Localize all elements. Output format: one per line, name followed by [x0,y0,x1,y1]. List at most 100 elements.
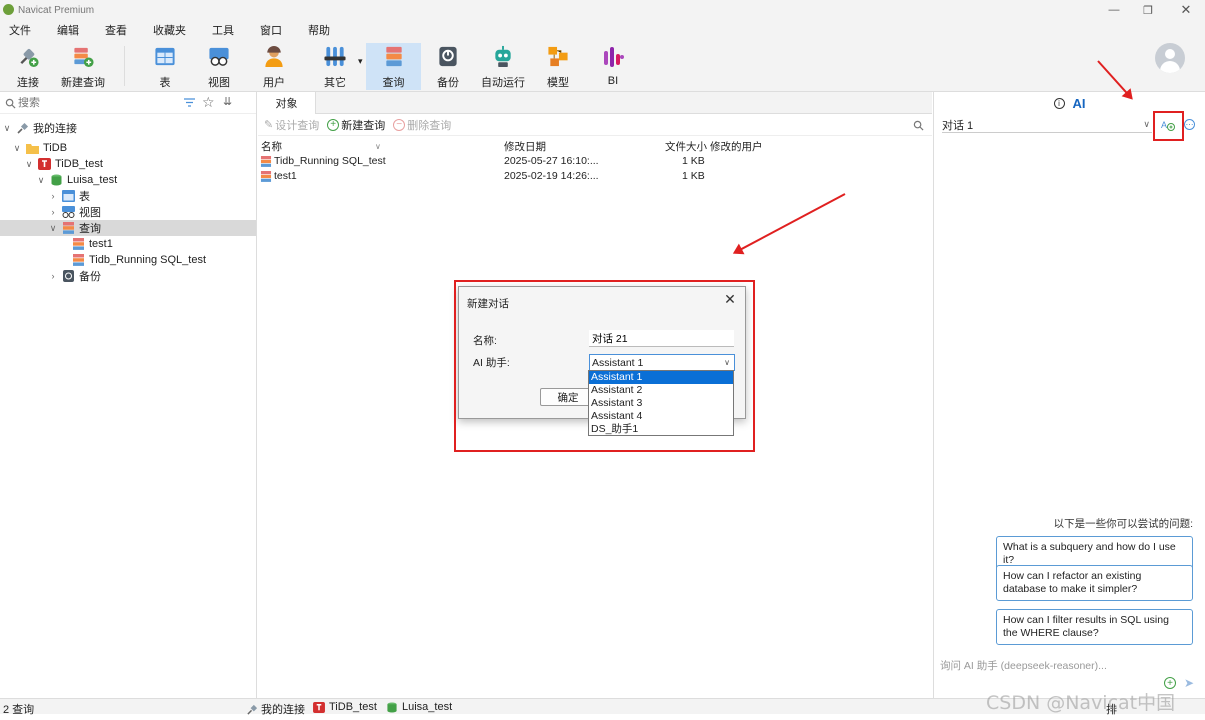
bi-icon [604,47,624,67]
user-icon [265,45,283,68]
maximize-button[interactable]: ❐ [1130,0,1166,20]
tree-label: 备份 [79,271,101,283]
tool-table[interactable]: 表 [147,43,183,90]
chevron-down-icon[interactable]: ▾ [358,56,363,67]
tool-connection[interactable]: 连接 [10,43,46,90]
tree-queries-node[interactable]: ∨ 查询 [0,220,256,236]
query-icon [260,171,272,182]
tool-user[interactable]: 用户 [256,43,292,90]
tool-view[interactable]: 视图 [201,43,237,90]
tool-backup[interactable]: 备份 [430,43,466,90]
navicat-window: Navicat Premium — ❐ ✕ 文件 编辑 查看 收藏夹 工具 窗口… [0,0,1205,720]
tool-model[interactable]: 模型 [540,43,576,90]
menu-window[interactable]: 窗口 [251,22,291,38]
more-icon[interactable]: ⋯ [1184,119,1195,130]
tree-backups-node[interactable]: › 备份 [48,268,101,284]
chevron-right-icon[interactable]: › [48,271,58,281]
status-count: 2 查询 [3,704,35,716]
ai-question-input[interactable]: 询问 AI 助手 (deepseek-reasoner)... [940,658,1107,673]
info-icon[interactable]: i [1053,97,1065,109]
objects-table-header: 名称 ∨ 修改日期 文件大小 修改的用户 [258,138,932,153]
table-row[interactable]: Tidb_Running SQL_test 2025-05-27 16:10:.… [258,154,932,169]
connection-icon [20,48,39,68]
design-query-button[interactable]: ✎ 设计查询 [264,117,319,133]
new-query-button[interactable]: + 新建查询 [327,117,385,133]
tool-query[interactable]: 查询 [366,43,421,90]
chevron-right-icon[interactable]: › [48,207,58,217]
plus-icon: + [327,118,340,131]
tree-label: 我的连接 [33,123,77,135]
tree-query-item[interactable]: test1 [68,236,113,252]
tree-label: TiDB [43,142,68,154]
column-header-modified[interactable]: 修改日期 [504,139,546,154]
column-header-name[interactable]: 名称 [261,139,282,154]
menu-tools[interactable]: 工具 [203,22,243,38]
conversation-select[interactable]: 对话 1 ∨ [942,117,1152,133]
tool-bi-label: BI [607,75,619,87]
menu-file[interactable]: 文件 [0,22,40,38]
tree-query-item[interactable]: Tidb_Running SQL_test [68,252,206,268]
menu-help[interactable]: 帮助 [299,22,339,38]
title-bar: Navicat Premium — ❐ ✕ [0,0,1205,20]
tree-my-connections[interactable]: ∨ 我的连接 [2,120,77,136]
chevron-down-icon[interactable]: ∨ [48,223,58,234]
star-icon[interactable]: ☆ [202,94,215,111]
tool-other[interactable]: 其它 [315,43,355,90]
chevron-right-icon[interactable]: › [48,191,58,201]
tree-tables-node[interactable]: › 表 [48,188,90,204]
tool-automation[interactable]: 自动运行 [480,43,526,90]
minimize-button[interactable]: — [1096,0,1132,20]
filter-icon[interactable] [183,97,196,108]
automation-icon [495,45,511,68]
chevron-down-icon[interactable]: ∨ [12,143,22,154]
connection-icon [17,122,29,134]
sidebar-search-input[interactable] [18,96,168,109]
tool-new-query[interactable]: 新建查询 [60,43,106,90]
menu-favorites[interactable]: 收藏夹 [144,22,195,38]
backup-icon [439,46,457,67]
tool-query-label: 查询 [382,77,405,89]
column-header-user[interactable]: 修改的用户 [710,139,763,154]
column-header-size[interactable]: 文件大小 [665,139,707,154]
close-window-button[interactable]: ✕ [1168,0,1204,20]
cell-date: 2025-02-19 14:26:... [504,170,599,182]
menu-view[interactable]: 查看 [96,22,136,38]
connection-sidebar: ☆ ⇊ ∨ 我的连接 ∨ TiDB ∨ TiDB_test ∨ Lui [0,92,257,698]
tree-label: test1 [89,238,113,250]
chevron-down-icon[interactable]: ∨ [2,123,12,134]
chevron-down-icon[interactable]: ∨ [36,175,46,186]
collapse-all-icon[interactable]: ⇊ [223,95,232,108]
tool-backup-label: 备份 [437,77,459,89]
tool-user-label: 用户 [263,77,285,89]
navicat-logo-icon [3,4,14,15]
table-row[interactable]: test1 2025-02-19 14:26:... 1 KB [258,169,932,184]
tool-other-label: 其它 [324,77,346,89]
folder-icon [26,144,39,154]
tree-label: 查询 [79,223,101,235]
tree-group-tidb[interactable]: ∨ TiDB [12,140,67,156]
view-icon [209,47,229,66]
send-icon[interactable]: ➤ [1184,676,1194,690]
new-query-label: 新建查询 [341,119,386,132]
tool-bi[interactable]: BI [595,43,631,90]
chevron-down-icon[interactable]: ∨ [24,159,34,170]
suggestion-chip[interactable]: How can I filter results in SQL using th… [996,609,1193,645]
tree-views-node[interactable]: › 视图 [48,204,101,220]
delete-query-label: 删除查询 [407,119,452,132]
suggestions-title: 以下是一些你可以尝试的问题: [1053,518,1193,530]
tree-database-luisa-test[interactable]: ∨ Luisa_test [36,172,117,188]
tree-connection-tidb-test[interactable]: ∨ TiDB_test [24,156,103,172]
suggestion-chip[interactable]: How can I refactor an existing database … [996,565,1193,601]
status-crumb-label: Luisa_test [402,701,453,713]
tab-objects[interactable]: 对象 [258,92,316,114]
delete-query-button[interactable]: − 删除查询 [393,117,451,133]
search-icon[interactable] [913,120,924,131]
status-crumb-label: TiDB_test [329,701,377,713]
cell-name: Tidb_Running SQL_test [274,155,386,167]
user-avatar[interactable] [1155,43,1185,73]
status-crumb-connection: 我的连接 [246,701,305,717]
menu-edit[interactable]: 编辑 [48,22,88,38]
tool-new-query-label: 新建查询 [61,77,105,89]
cell-name: test1 [274,170,297,182]
query-icon [63,222,74,234]
